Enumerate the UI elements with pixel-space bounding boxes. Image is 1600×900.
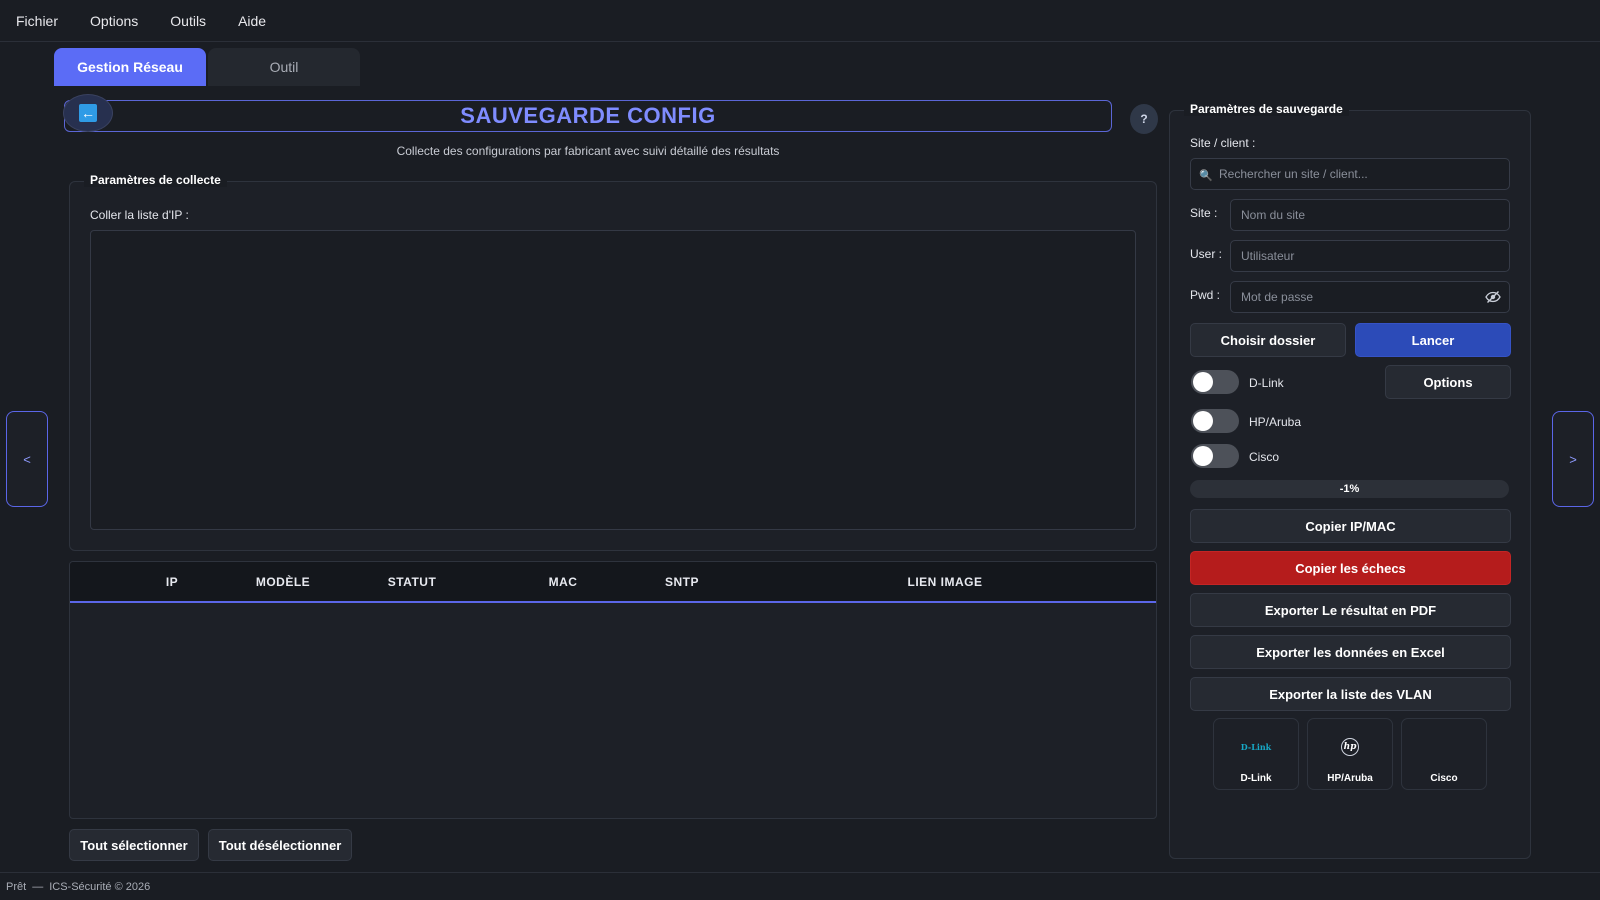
back-button[interactable]: ← [63,94,113,132]
toggle-cisco-label: Cisco [1249,450,1280,464]
backup-group-title: Paramètres de sauvegarde [1184,102,1349,116]
menu-outils[interactable]: Outils [160,13,216,29]
toggle-dlink-label: D-Link [1249,376,1284,390]
next-page-button[interactable]: > [1552,411,1594,507]
site-client-search-input[interactable] [1190,158,1510,190]
toggle-cisco[interactable] [1191,444,1239,468]
status-state: Prêt [6,880,27,893]
menu-aide[interactable]: Aide [228,13,276,29]
eye-slash-icon[interactable] [1485,289,1501,305]
choose-folder-button[interactable]: Choisir dossier [1190,323,1346,357]
password-input[interactable] [1230,281,1510,313]
help-button[interactable]: ? [1130,104,1158,134]
vendor-name: Cisco [1430,773,1458,784]
toggle-hp-aruba-label: HP/Aruba [1249,415,1302,429]
options-button[interactable]: Options [1385,365,1511,399]
tab-outil[interactable]: Outil [208,48,360,86]
hp-logo: hp [1308,737,1392,757]
tab-bar: Gestion Réseau Outil [54,48,360,86]
toggle-knob [1193,411,1213,431]
status-copyright: ICS-Sécurité © 2026 [49,880,151,893]
vendor-card-cisco[interactable]: Cisco [1401,718,1487,790]
tab-gestion-reseau[interactable]: Gestion Réseau [54,48,206,86]
toggle-knob [1193,372,1213,392]
status-bar: Prêt — ICS-Sécurité © 2026 [0,872,1600,900]
export-excel-button[interactable]: Exporter les données en Excel [1190,635,1511,669]
toggle-hp-aruba[interactable] [1191,409,1239,433]
prev-page-button[interactable]: < [6,411,48,507]
copy-ip-mac-button[interactable]: Copier IP/MAC [1190,509,1511,543]
title-banner: SAUVEGARDE CONFIG [64,100,1112,132]
page-title: SAUVEGARDE CONFIG [460,103,716,128]
launch-button[interactable]: Lancer [1355,323,1511,357]
vendor-name: HP/Aruba [1327,773,1373,784]
column-lien-image[interactable]: LIEN IMAGE [907,575,982,589]
site-name-input[interactable] [1230,199,1510,231]
progress-text: -1% [1339,483,1360,495]
collect-params-group: Paramètres de collecte Coller la liste d… [69,173,1157,551]
vendor-name: D-Link [1240,773,1272,784]
deselect-all-button[interactable]: Tout désélectionner [208,829,352,861]
column-statut[interactable]: STATUT [388,575,437,589]
page-subtitle: Collecte des configurations par fabrican… [396,144,780,158]
ip-list-input[interactable] [90,230,1136,530]
vendor-card-dlink[interactable]: D-Link D-Link [1213,718,1299,790]
collect-group-title: Paramètres de collecte [84,173,227,187]
select-all-button[interactable]: Tout sélectionner [69,829,199,861]
ip-list-label: Coller la liste d'IP : [90,208,189,222]
back-arrow-icon: ← [79,104,97,122]
status-separator: — [32,880,44,893]
user-input[interactable] [1230,240,1510,272]
menu-options[interactable]: Options [80,13,148,29]
export-vlan-button[interactable]: Exporter la liste des VLAN [1190,677,1511,711]
column-ip[interactable]: IP [166,575,178,589]
progress-bar: -1% [1190,480,1509,498]
site-client-label: Site / client : [1190,136,1256,150]
dlink-logo: D-Link [1240,742,1272,752]
table-header: IP MODÈLE STATUT MAC SNTP LIEN IMAGE [70,562,1156,603]
column-modele[interactable]: MODÈLE [256,575,310,589]
menu-bar: Fichier Options Outils Aide [0,0,1600,42]
toggle-dlink[interactable] [1191,370,1239,394]
column-sntp[interactable]: SNTP [665,575,699,589]
results-table: IP MODÈLE STATUT MAC SNTP LIEN IMAGE [69,561,1157,819]
search-icon: 🔍 [1199,170,1213,182]
toggle-knob [1193,446,1213,466]
user-label: User : [1190,247,1223,261]
export-pdf-button[interactable]: Exporter Le résultat en PDF [1190,593,1511,627]
copy-failures-button[interactable]: Copier les échecs [1190,551,1511,585]
pwd-label: Pwd : [1190,288,1221,302]
site-label: Site : [1190,206,1218,220]
menu-fichier[interactable]: Fichier [6,13,68,29]
column-mac[interactable]: MAC [549,575,578,589]
vendor-card-hp-aruba[interactable]: hp HP/Aruba [1307,718,1393,790]
